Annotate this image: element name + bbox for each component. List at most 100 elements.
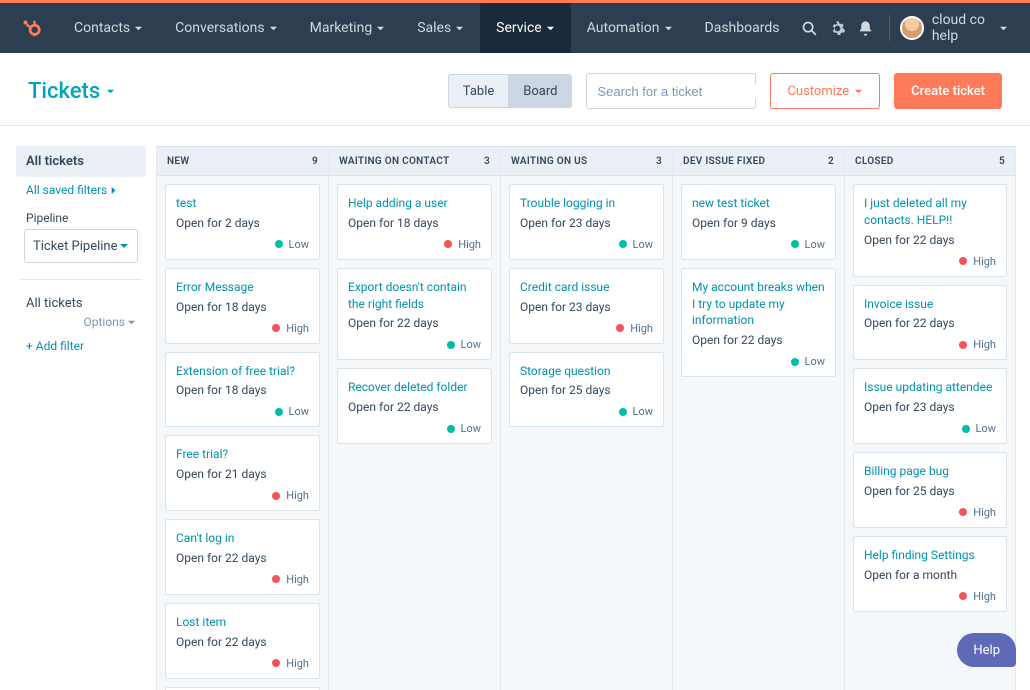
account-menu[interactable]: cloud co help	[900, 12, 1008, 44]
column-body[interactable]: Trouble logging inOpen for 23 daysLow Cre…	[501, 176, 672, 690]
create-ticket-button[interactable]: Create ticket	[894, 73, 1002, 109]
ticket-card[interactable]: Billing page bugOpen for 25 daysHigh	[853, 452, 1007, 528]
ticket-title[interactable]: Issue updating attendee	[864, 379, 996, 396]
ticket-title[interactable]: Extension of free trial?	[176, 363, 309, 380]
column-closed: CLOSED5 I just deleted all my contacts. H…	[844, 146, 1016, 690]
ticket-title[interactable]: Lost item	[176, 614, 309, 631]
priority-dot-icon	[272, 575, 280, 583]
pipeline-select[interactable]: Ticket Pipeline	[24, 229, 138, 263]
priority-dot-icon	[619, 240, 627, 248]
column-header: NEW9	[157, 146, 328, 176]
column-body[interactable]: test Open for 2 days Low Error Message Open …	[157, 176, 328, 690]
main-navbar: ContactsConversationsMarketingSalesServi…	[0, 3, 1030, 53]
column-body[interactable]: new test ticketOpen for 9 daysLowMy acco…	[673, 176, 844, 690]
ticket-title[interactable]: Trouble logging in	[520, 195, 653, 212]
ticket-card[interactable]: Invoice issueOpen for 22 daysHigh	[853, 285, 1007, 361]
chevron-down-icon	[999, 24, 1008, 33]
ticket-priority: Low	[176, 405, 309, 418]
column-body[interactable]: Help adding a userOpen for 18 daysHigh Ex…	[329, 176, 500, 690]
hubspot-logo-icon[interactable]	[20, 17, 42, 39]
ticket-card[interactable]: My account breaks when I try to update m…	[681, 268, 836, 377]
priority-dot-icon	[272, 492, 280, 500]
ticket-card[interactable]: Lost itemOpen for 22 daysHigh	[165, 603, 320, 679]
nav-item-service[interactable]: Service	[480, 3, 571, 53]
ticket-card[interactable]: Credit card issueOpen for 23 daysHigh	[509, 268, 664, 344]
ticket-title[interactable]: Error Message	[176, 279, 309, 296]
chevron-down-icon	[127, 318, 136, 327]
column-body[interactable]: I just deleted all my contacts. HELP!! Op…	[845, 176, 1015, 690]
ticket-open-duration: Open for 18 days	[176, 300, 309, 314]
chevron-down-icon	[376, 24, 385, 33]
ticket-title[interactable]: Credit card issue	[520, 279, 653, 296]
options-menu[interactable]: Options	[83, 315, 136, 329]
ticket-card[interactable]: Trouble logging inOpen for 23 daysLow	[509, 184, 664, 260]
ticket-search[interactable]	[586, 73, 756, 109]
chevron-down-icon	[134, 24, 143, 33]
ticket-card[interactable]: Extension of free trial?Open for 18 days…	[165, 352, 320, 428]
search-icon[interactable]	[795, 20, 823, 37]
ticket-priority: High	[176, 322, 309, 335]
ticket-priority: High	[176, 489, 309, 502]
ticket-title[interactable]: Storage question	[520, 363, 653, 380]
ticket-open-duration: Open for 9 days	[692, 216, 825, 230]
ticket-card[interactable]: Free trial?Open for 21 daysHigh	[165, 435, 320, 511]
column-name: WAITING ON US	[511, 156, 587, 167]
sidebar-saved-filters[interactable]: All saved filters	[16, 177, 146, 203]
sidebar-all-tickets[interactable]: All tickets	[16, 146, 146, 177]
ticket-title[interactable]: Can't log in	[176, 530, 309, 547]
ticket-open-duration: Open for 22 days	[864, 316, 996, 330]
ticket-title[interactable]: test	[176, 195, 309, 212]
priority-dot-icon	[959, 257, 967, 265]
ticket-title[interactable]: Billing page bug	[864, 463, 996, 480]
column-name: DEV ISSUE FIXED	[683, 156, 765, 167]
ticket-card[interactable]: Help finding SettingsOpen for a monthHig…	[853, 536, 1007, 612]
column-waiting-on-contact: WAITING ON CONTACT3Help adding a userOpe…	[328, 146, 500, 690]
priority-label: High	[973, 255, 996, 268]
ticket-priority: High	[348, 238, 481, 251]
ticket-card[interactable]: Recover deleted folderOpen for 22 daysLo…	[337, 368, 492, 444]
column-header: CLOSED5	[845, 146, 1015, 176]
ticket-card[interactable]: new test ticketOpen for 9 daysLow	[681, 184, 836, 260]
ticket-title[interactable]: Help finding Settings	[864, 547, 996, 564]
ticket-open-duration: Open for 22 days	[176, 635, 309, 649]
nav-item-contacts[interactable]: Contacts	[58, 3, 159, 53]
settings-gear-icon[interactable]	[823, 20, 851, 37]
nav-item-sales[interactable]: Sales	[401, 3, 480, 53]
ticket-priority: High	[864, 506, 996, 519]
ticket-title[interactable]: I just deleted all my contacts. HELP!!	[864, 195, 996, 229]
ticket-card[interactable]: Can't log inOpen for 22 daysHigh	[165, 519, 320, 595]
ticket-card[interactable]: I just deleted all my contacts. HELP!!Op…	[853, 184, 1007, 277]
ticket-title[interactable]: new test ticket	[692, 195, 825, 212]
account-name: cloud co help	[932, 12, 991, 44]
ticket-title[interactable]: Export doesn't contain the right fields	[348, 279, 481, 313]
search-input[interactable]	[597, 84, 773, 99]
ticket-card[interactable]: Issue updating attendeeOpen for 23 daysL…	[853, 368, 1007, 444]
ticket-title[interactable]: My account breaks when I try to update m…	[692, 279, 825, 329]
ticket-card[interactable]: Help adding a userOpen for 18 daysHigh	[337, 184, 492, 260]
nav-item-marketing[interactable]: Marketing	[294, 3, 402, 53]
board-view-button[interactable]: Board	[508, 75, 571, 107]
caret-down-icon	[119, 241, 129, 251]
ticket-card[interactable]: Export doesn't contain the right fieldsO…	[337, 268, 492, 361]
ticket-title[interactable]: Free trial?	[176, 446, 309, 463]
customize-button[interactable]: Customize	[770, 73, 880, 109]
ticket-open-duration: Open for 2 days	[176, 216, 309, 230]
ticket-card[interactable]: Storage questionOpen for 25 daysLow	[509, 352, 664, 428]
notifications-bell-icon[interactable]	[851, 20, 879, 37]
ticket-title[interactable]: Invoice issue	[864, 296, 996, 313]
ticket-open-duration: Open for 25 days	[520, 383, 653, 397]
add-filter-button[interactable]: + Add filter	[16, 329, 146, 363]
help-bubble[interactable]: Help	[957, 633, 1016, 667]
ticket-title[interactable]: Help adding a user	[348, 195, 481, 212]
ticket-card[interactable]: testOpen for 2 daysLow	[165, 184, 320, 260]
nav-item-automation[interactable]: Automation	[571, 3, 689, 53]
nav-item-conversations[interactable]: Conversations	[159, 3, 293, 53]
priority-dot-icon	[444, 240, 452, 248]
priority-dot-icon	[275, 240, 283, 248]
ticket-card[interactable]: Error Message Open for 18 days High	[165, 268, 320, 344]
ticket-title[interactable]: Recover deleted folder	[348, 379, 481, 396]
table-view-button[interactable]: Table	[449, 75, 508, 107]
priority-label: Low	[289, 405, 309, 418]
nav-item-dashboards[interactable]: Dashboards	[689, 3, 796, 53]
page-title-dropdown[interactable]: Tickets	[28, 79, 115, 104]
